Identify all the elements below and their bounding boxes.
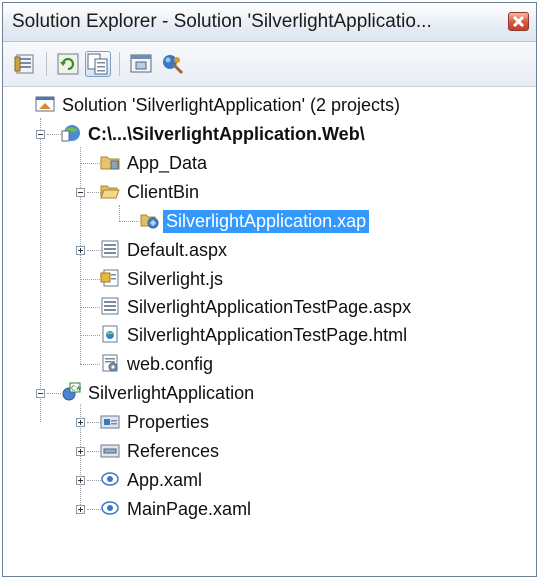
tree-item-label: SilverlightApplicationTestPage.aspx: [127, 297, 412, 317]
tree-line: [47, 134, 61, 135]
tree-item-test-page-html[interactable]: SilverlightApplicationTestPage.html: [100, 321, 520, 349]
tree-item-label: References: [127, 441, 220, 461]
toolbar: [3, 42, 536, 87]
tree-item-label: SilverlightApplication.xap: [163, 210, 370, 233]
tree-item-label: web.config: [127, 354, 214, 374]
wcf-config-button[interactable]: [160, 51, 186, 77]
tree-line: [80, 147, 81, 364]
toolbar-separator: [119, 52, 120, 76]
tree-item-silverlight-project[interactable]: C# SilverlightApplication: [61, 379, 361, 407]
window-title: Solution Explorer - Solution 'Silverligh…: [12, 11, 432, 32]
expand-toggle[interactable]: [76, 246, 85, 255]
wcf-config-icon: [163, 55, 184, 75]
tree-line: [87, 480, 101, 481]
tree-item-web-config[interactable]: web.config: [100, 350, 300, 378]
tree-item-label: Properties: [127, 412, 210, 432]
tree-line: [87, 192, 101, 193]
toolbar-separator: [46, 52, 47, 76]
tree-item-label: SilverlightApplicationTestPage.html: [127, 325, 408, 345]
tree-item-xap[interactable]: SilverlightApplication.xap: [139, 207, 439, 235]
properties-icon: [14, 54, 34, 74]
tree-item-label: App_Data: [127, 153, 208, 173]
tree-item-app-xaml[interactable]: App.xaml: [100, 466, 300, 494]
tree-item-web-project[interactable]: C:\...\SilverlightApplication.Web\: [61, 120, 461, 148]
tree-line: [80, 279, 100, 280]
view-designer-icon: [130, 54, 152, 73]
tree-item-properties[interactable]: Properties: [100, 408, 300, 436]
references-icon: [100, 444, 120, 458]
show-all-files-icon: [87, 53, 108, 75]
tree-item-label: App.xaml: [127, 470, 203, 490]
web-project-icon: [61, 125, 80, 142]
expand-toggle[interactable]: [76, 476, 85, 485]
collapse-toggle[interactable]: [36, 389, 45, 398]
title-bar[interactable]: Solution Explorer - Solution 'Silverligh…: [3, 3, 536, 42]
svg-text:C#: C#: [71, 385, 81, 393]
tree-item-silverlight-js[interactable]: Silverlight.js: [100, 265, 300, 293]
aspx-page-icon: [101, 240, 119, 258]
tree-line: [80, 335, 100, 336]
tree-line: [119, 221, 139, 222]
csharp-project-icon: C#: [62, 382, 81, 401]
refresh-icon: [57, 53, 79, 75]
expand-toggle[interactable]: [76, 505, 85, 514]
tree-item-default-aspx[interactable]: Default.aspx: [100, 236, 300, 264]
tree-line: [80, 163, 100, 164]
tree-item-label: Default.aspx: [127, 240, 228, 260]
tree-item-label: Silverlight.js: [127, 269, 224, 289]
tree-item-clientbin[interactable]: ClientBin: [100, 178, 300, 206]
folder-icon: [100, 156, 120, 170]
collapse-toggle[interactable]: [36, 130, 45, 139]
properties-folder-icon: [100, 415, 120, 429]
tree-item-label: ClientBin: [127, 182, 200, 202]
xaml-file-icon: [101, 472, 119, 486]
tree-line: [80, 307, 100, 308]
expand-toggle[interactable]: [76, 447, 85, 456]
view-designer-button[interactable]: [128, 51, 154, 77]
collapse-toggle[interactable]: [76, 188, 85, 197]
tree-line: [47, 393, 61, 394]
tree-item-mainpage-xaml[interactable]: MainPage.xaml: [100, 495, 300, 523]
solution-explorer-window: Solution Explorer - Solution 'Silverligh…: [2, 2, 537, 577]
close-button[interactable]: [508, 12, 529, 31]
tree-line: [87, 451, 101, 452]
xaml-file-icon: [101, 501, 119, 515]
open-folder-icon: [100, 185, 120, 199]
tree-line: [87, 422, 101, 423]
tree-line: [40, 118, 41, 422]
tree-item-app-data[interactable]: App_Data: [100, 149, 300, 177]
solution-tree: Solution 'SilverlightApplication' (2 pro…: [3, 87, 536, 576]
script-file-icon: [100, 269, 119, 287]
tree-item-test-page-aspx[interactable]: SilverlightApplicationTestPage.aspx: [100, 293, 520, 321]
aspx-page-icon: [101, 297, 119, 315]
html-page-icon: [102, 325, 118, 343]
solution-icon: [35, 96, 55, 112]
tree-item-label: MainPage.xaml: [127, 499, 252, 519]
tree-item-label: Solution 'SilverlightApplication' (2 pro…: [62, 95, 401, 115]
tree-line: [80, 364, 100, 365]
tree-line: [87, 250, 101, 251]
tree-item-solution[interactable]: Solution 'SilverlightApplication' (2 pro…: [35, 91, 495, 119]
tree-line: [87, 509, 101, 510]
xap-file-icon: [140, 214, 159, 229]
expand-toggle[interactable]: [76, 418, 85, 427]
tree-item-label: SilverlightApplication: [88, 383, 255, 403]
tree-line: [119, 205, 120, 221]
tree-item-label: C:\...\SilverlightApplication.Web\: [88, 124, 365, 144]
refresh-button[interactable]: [55, 51, 81, 77]
properties-button[interactable]: [13, 51, 39, 77]
tree-item-references[interactable]: References: [100, 437, 300, 465]
show-all-files-button[interactable]: [85, 51, 111, 77]
config-file-icon: [102, 354, 118, 372]
